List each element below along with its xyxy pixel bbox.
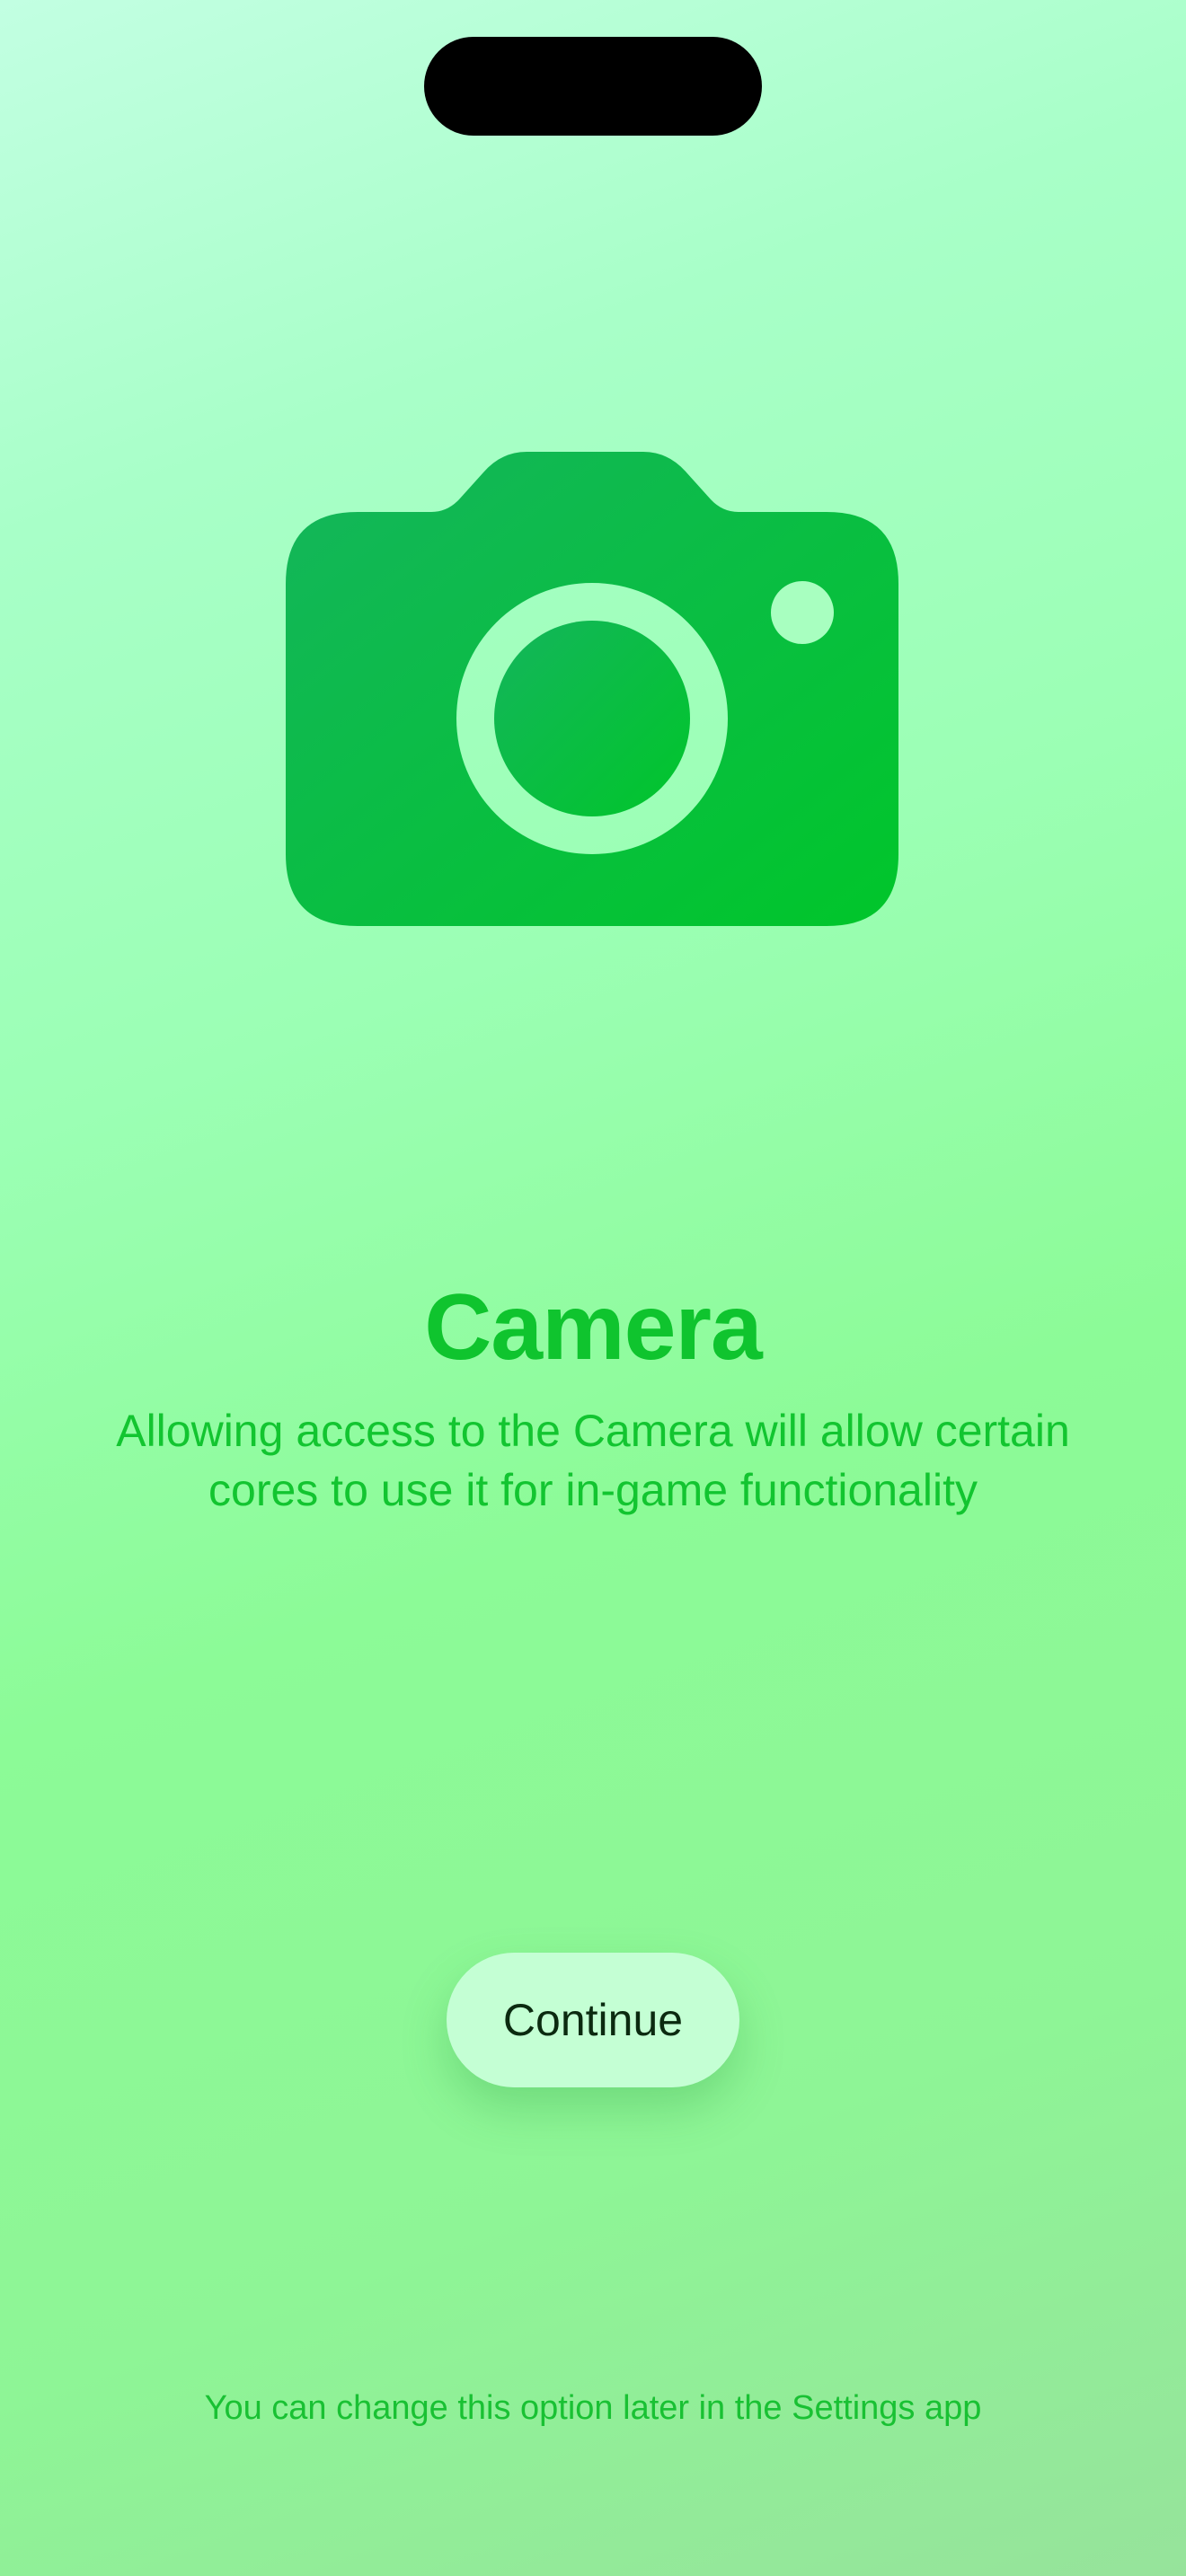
continue-button[interactable]: Continue bbox=[447, 1953, 739, 2087]
permission-description: Allowing access to the Camera will allow… bbox=[116, 1406, 1070, 1515]
settings-footnote: You can change this option later in the … bbox=[204, 2389, 982, 2427]
camera-icon bbox=[286, 452, 898, 926]
dynamic-island bbox=[424, 37, 762, 136]
page-title: Camera bbox=[424, 1275, 763, 1380]
